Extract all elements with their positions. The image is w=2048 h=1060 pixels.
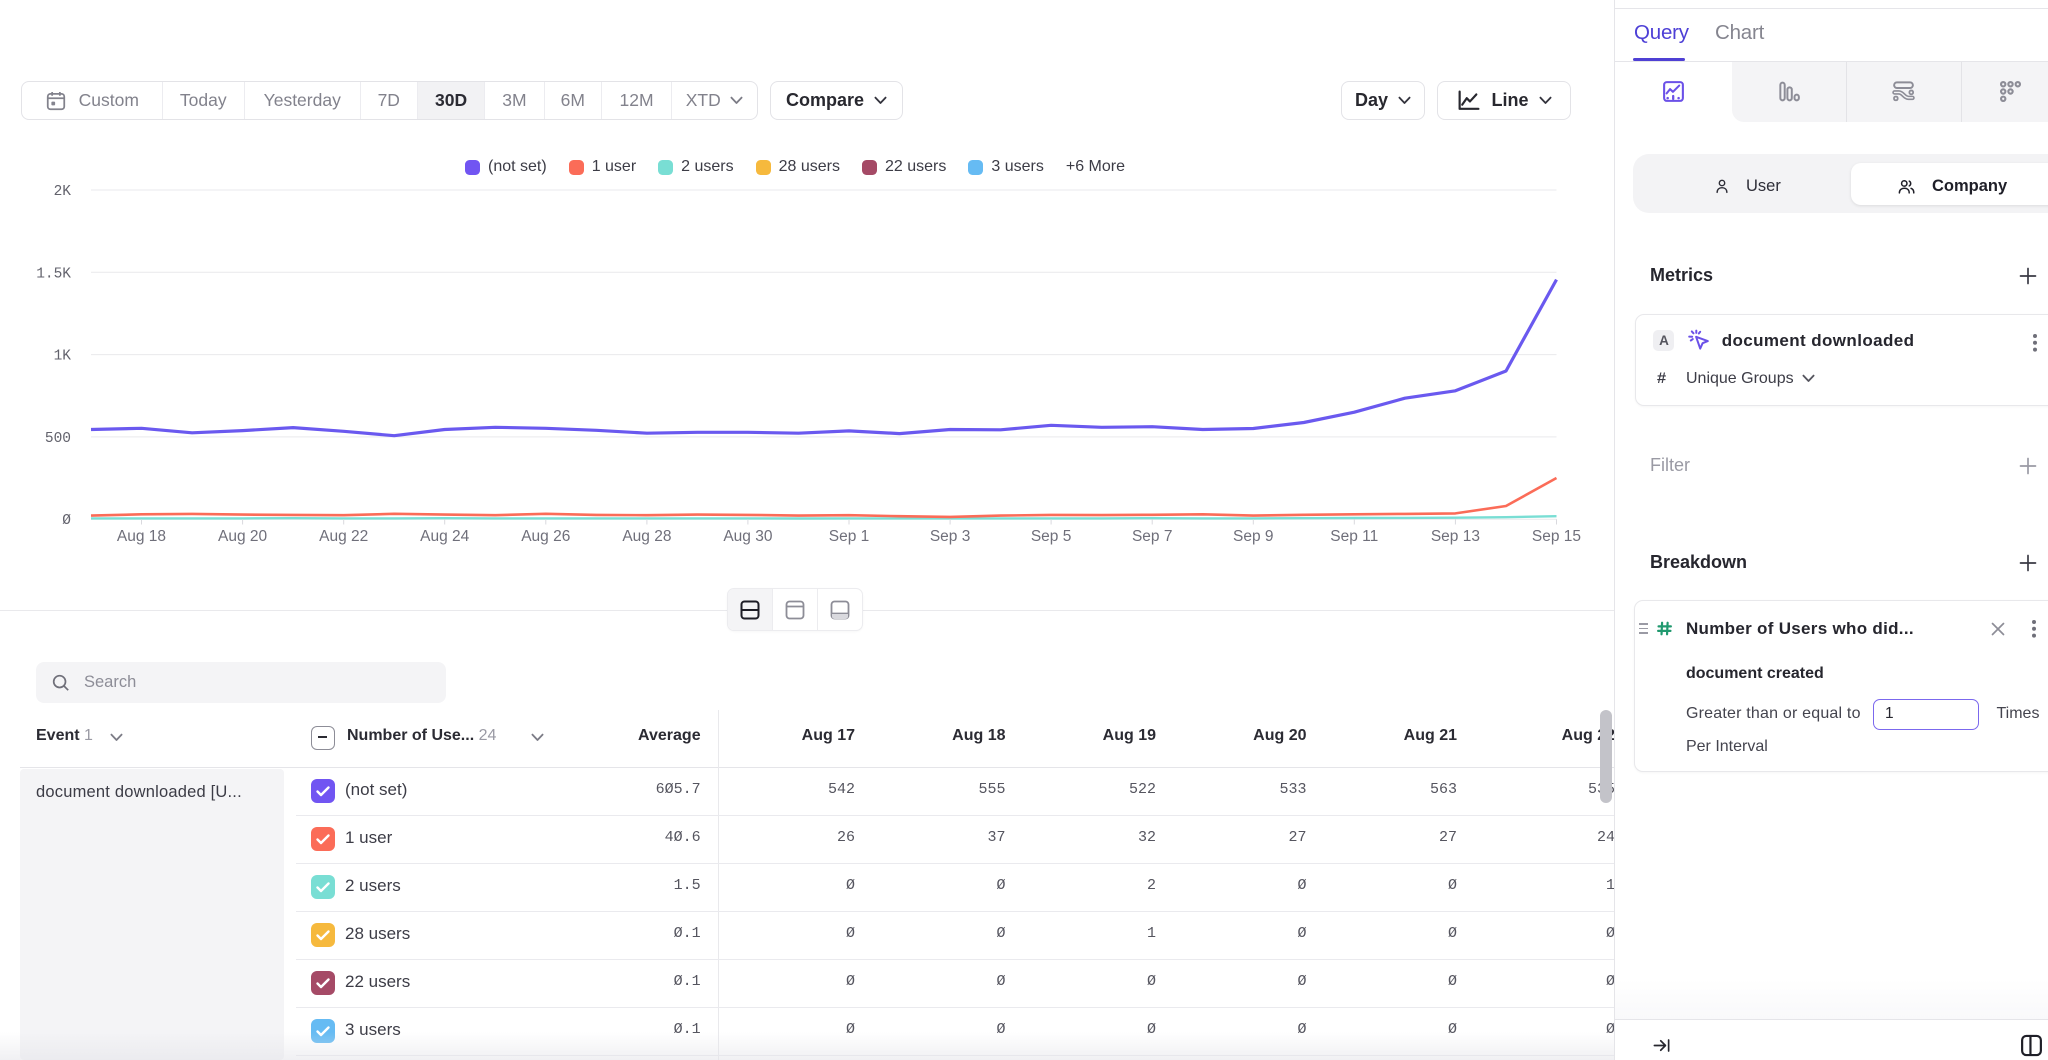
svg-text:Aug 24: Aug 24 <box>420 528 470 545</box>
svg-text:Aug 22: Aug 22 <box>319 528 368 545</box>
svg-text:Aug 20: Aug 20 <box>218 528 268 545</box>
svg-text:Sep 15: Sep 15 <box>1532 528 1581 545</box>
svg-text:Sep 1: Sep 1 <box>829 528 870 545</box>
svg-text:Sep 5: Sep 5 <box>1031 528 1072 545</box>
svg-text:Sep 7: Sep 7 <box>1132 528 1173 545</box>
svg-text:1K: 1K <box>54 349 72 365</box>
svg-text:Aug 18: Aug 18 <box>117 528 166 545</box>
svg-text:Ø: Ø <box>62 513 71 529</box>
svg-text:Sep 13: Sep 13 <box>1431 528 1480 545</box>
svg-text:2K: 2K <box>54 184 72 200</box>
svg-text:Sep 3: Sep 3 <box>930 528 971 545</box>
svg-text:500: 500 <box>45 431 71 447</box>
svg-text:Aug 30: Aug 30 <box>723 528 773 545</box>
svg-text:1.5K: 1.5K <box>36 266 71 282</box>
svg-text:Aug 26: Aug 26 <box>521 528 570 545</box>
svg-text:Sep 9: Sep 9 <box>1233 528 1274 545</box>
svg-text:Aug 28: Aug 28 <box>622 528 671 545</box>
svg-text:Sep 11: Sep 11 <box>1330 528 1378 545</box>
